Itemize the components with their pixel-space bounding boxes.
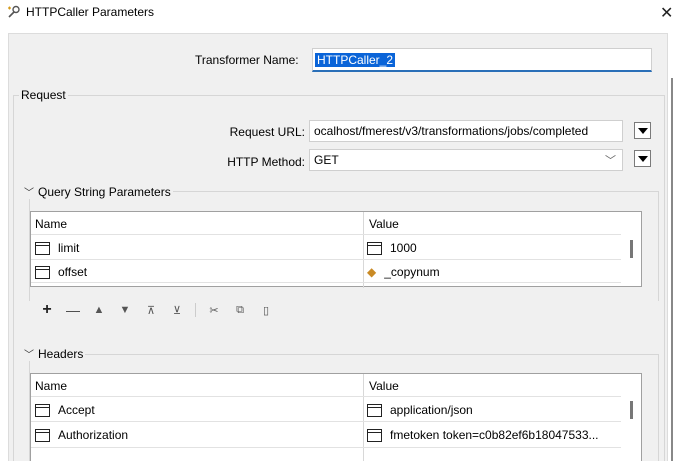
copy-icon[interactable]: ⧉ xyxy=(232,302,248,318)
close-icon[interactable]: ✕ xyxy=(660,3,673,23)
column-header-name: Name xyxy=(35,217,68,231)
column-header-name: Name xyxy=(35,379,68,393)
text-value-icon xyxy=(367,403,382,417)
column-header-value: Value xyxy=(369,217,399,231)
text-value-icon xyxy=(35,241,50,255)
remove-icon[interactable]: — xyxy=(65,302,81,318)
http-method-options-button[interactable] xyxy=(634,150,651,167)
text-value-icon xyxy=(35,265,50,279)
window-title: HTTPCaller Parameters xyxy=(26,5,155,19)
parameters-dialog: Transformer Name: HTTPCaller_2 Request R… xyxy=(8,33,668,461)
http-method-label: HTTP Method: xyxy=(227,155,305,169)
table-scrollbar[interactable] xyxy=(630,401,633,419)
text-value-icon xyxy=(367,241,382,255)
query-params-legend[interactable]: ﹀ Query String Parameters xyxy=(22,184,173,199)
attribute-icon: ◆ xyxy=(367,265,377,279)
column-header-value: Value xyxy=(369,379,399,393)
table-row-name[interactable]: Authorization xyxy=(35,426,128,444)
collapse-chevron-icon: ﹀ xyxy=(24,188,34,199)
request-url-input[interactable]: ocalhost/fmerest/v3/transformations/jobs… xyxy=(309,120,623,142)
transformer-icon xyxy=(8,5,20,18)
table-row-value[interactable]: 1000 xyxy=(367,239,417,257)
request-url-value: ocalhost/fmerest/v3/transformations/jobs… xyxy=(314,124,589,138)
query-params-table: Name Value limit 1000 offset ◆ _copynum xyxy=(30,211,642,288)
toolbar-separator xyxy=(195,303,196,317)
headers-table: Name Value Accept application/json Autho… xyxy=(30,373,642,461)
text-value-icon xyxy=(367,428,382,442)
http-method-value: GET xyxy=(314,153,339,167)
query-params-title: Query String Parameters xyxy=(38,185,171,199)
transformer-name-input[interactable]: HTTPCaller_2 xyxy=(312,48,652,72)
headers-title: Headers xyxy=(38,347,84,361)
table-toolbar: + — ▲ ▼ ⊼ ⊻ ✂ ⧉ ▯ xyxy=(39,301,284,318)
paste-icon[interactable]: ▯ xyxy=(258,302,274,318)
transformer-name-label: Transformer Name: xyxy=(195,53,299,67)
table-row-value[interactable]: ◆ _copynum xyxy=(367,263,440,281)
table-scrollbar[interactable] xyxy=(630,240,633,258)
add-icon[interactable]: + xyxy=(39,301,55,318)
title-bar: HTTPCaller Parameters ✕ xyxy=(0,0,685,28)
request-url-options-button[interactable] xyxy=(634,122,651,139)
table-row-value[interactable]: fmetoken token=c0b82ef6b18047533... xyxy=(367,426,599,444)
request-url-label: Request URL: xyxy=(229,125,305,139)
move-top-icon[interactable]: ⊼ xyxy=(143,302,159,318)
transformer-name-value: HTTPCaller_2 xyxy=(315,53,396,67)
move-bottom-icon[interactable]: ⊻ xyxy=(169,302,185,318)
dialog-scrollbar[interactable] xyxy=(671,78,673,461)
cut-icon[interactable]: ✂ xyxy=(206,302,222,318)
chevron-down-icon: ﹀ xyxy=(605,155,616,167)
request-legend: Request xyxy=(19,88,68,102)
table-row-value[interactable]: application/json xyxy=(367,401,473,419)
table-row-name[interactable]: offset xyxy=(35,263,87,281)
http-method-select[interactable]: GET ﹀ xyxy=(309,149,623,171)
move-down-icon[interactable]: ▼ xyxy=(117,302,133,318)
collapse-chevron-icon: ﹀ xyxy=(24,350,34,361)
move-up-icon[interactable]: ▲ xyxy=(91,302,107,318)
text-value-icon xyxy=(35,428,50,442)
headers-legend[interactable]: ﹀ Headers xyxy=(22,346,86,361)
table-row-name[interactable]: Accept xyxy=(35,401,95,419)
text-value-icon xyxy=(35,403,50,417)
table-row-name[interactable]: limit xyxy=(35,239,79,257)
